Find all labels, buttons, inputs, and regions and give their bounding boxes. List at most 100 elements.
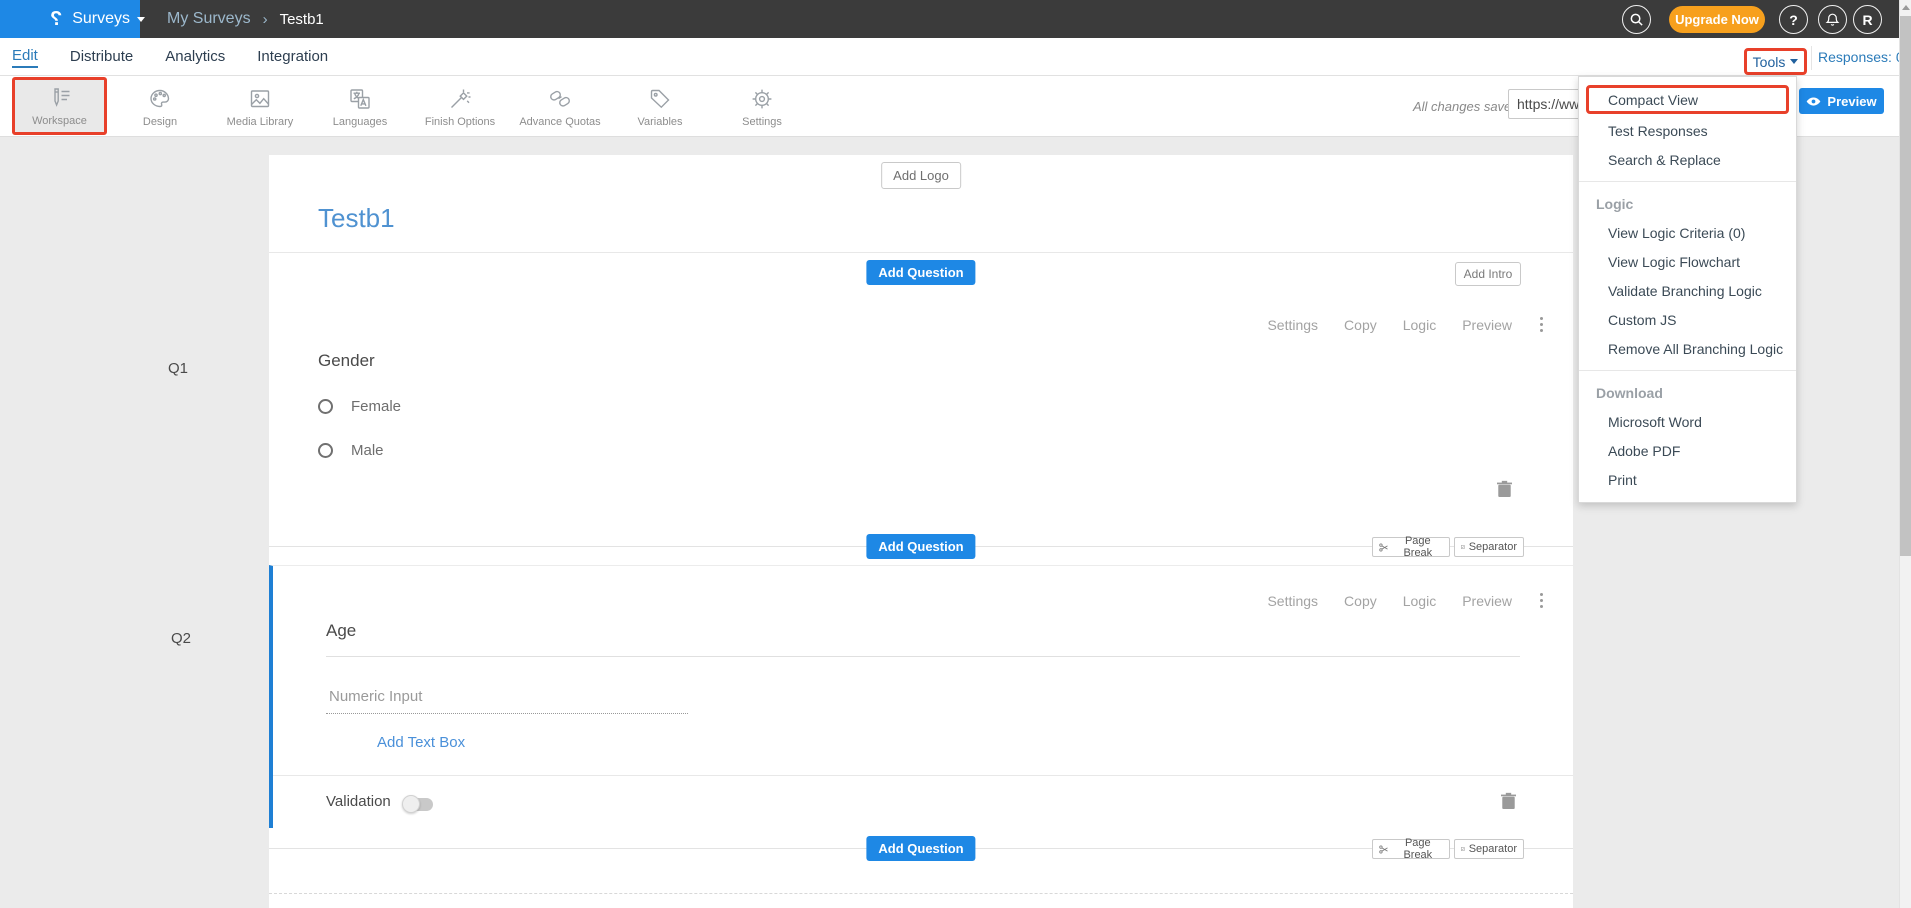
page-end-dashed-line (269, 893, 1573, 894)
question-copy-link[interactable]: Copy (1344, 317, 1377, 333)
toolbar-item-workspace[interactable]: Workspace (12, 77, 107, 135)
eye-icon (1806, 96, 1821, 107)
menu-item-test-responses[interactable]: Test Responses (1579, 116, 1796, 145)
add-intro-button[interactable]: Add Intro (1455, 262, 1521, 286)
numeric-answer-input[interactable] (326, 684, 688, 714)
add-question-button[interactable]: Add Question (866, 836, 975, 861)
toolbar-item-design[interactable]: Design (115, 79, 205, 134)
question-logic-link[interactable]: Logic (1403, 317, 1436, 333)
menu-item-adobe-pdf[interactable]: Adobe PDF (1579, 436, 1796, 465)
menu-item-print[interactable]: Print (1579, 465, 1796, 494)
add-text-box-link[interactable]: Add Text Box (377, 734, 465, 751)
image-icon (247, 86, 273, 112)
toolbar-item-label: Design (143, 116, 177, 128)
tab-edit[interactable]: Edit (12, 47, 38, 68)
tab-distribute[interactable]: Distribute (70, 48, 133, 67)
survey-title[interactable]: Testb1 (318, 203, 395, 234)
menu-item-remove-all-branching-logic[interactable]: Remove All Branching Logic (1579, 334, 1796, 363)
question-title-q2[interactable]: Age (326, 621, 356, 641)
question-title-q1[interactable]: Gender (318, 351, 375, 371)
magic-wand-icon (447, 86, 473, 112)
toolbar-item-finish-options[interactable]: Finish Options (415, 79, 505, 134)
toolbar-item-label: Advance Quotas (519, 116, 600, 128)
preview-button[interactable]: Preview (1799, 88, 1884, 114)
responses-count[interactable]: Responses: 0 (1818, 38, 1904, 76)
question-logic-link[interactable]: Logic (1403, 593, 1436, 609)
toolbar-item-variables[interactable]: Variables (615, 79, 705, 134)
workspace-icon (47, 85, 73, 111)
add-question-button[interactable]: Add Question (866, 260, 975, 285)
help-button[interactable]: ? (1779, 5, 1808, 34)
toolbar-item-label: Languages (333, 116, 387, 128)
vertical-scrollbar[interactable] (1899, 0, 1911, 908)
delete-question-button[interactable] (1495, 480, 1513, 500)
toolbar-item-languages[interactable]: Languages (315, 79, 405, 134)
menu-item-search-replace[interactable]: Search & Replace (1579, 145, 1796, 174)
question-copy-link[interactable]: Copy (1344, 593, 1377, 609)
breadcrumb: My Surveys › Testb1 (167, 0, 324, 38)
palette-icon (147, 86, 173, 112)
question-actions-q2: Settings Copy Logic Preview (1267, 591, 1545, 610)
menu-item-view-logic-flowchart[interactable]: View Logic Flowchart (1579, 247, 1796, 276)
menu-item-view-logic-criteria[interactable]: View Logic Criteria (0) (1579, 218, 1796, 247)
answer-option-label[interactable]: Male (351, 442, 384, 459)
chain-link-icon (547, 86, 573, 112)
separator-button[interactable]: Separator (1454, 839, 1524, 859)
scrollbar-thumb[interactable] (1900, 16, 1911, 556)
add-question-button[interactable]: Add Question (866, 534, 975, 559)
radio-button[interactable] (318, 443, 333, 458)
scroll-up-arrow-icon[interactable] (1902, 5, 1910, 10)
menu-section-download: Download (1579, 378, 1796, 407)
answer-option-row: Male (318, 442, 384, 459)
kebab-menu-icon[interactable] (1538, 315, 1545, 334)
nav-tabs: Edit Distribute Analytics Integration (12, 38, 328, 76)
radio-button[interactable] (318, 399, 333, 414)
toolbar-item-label: Settings (742, 116, 782, 128)
avatar-initial: R (1862, 12, 1872, 28)
trash-icon (1501, 792, 1516, 810)
tab-analytics[interactable]: Analytics (165, 48, 225, 67)
question-preview-link[interactable]: Preview (1462, 317, 1512, 333)
tools-dropdown-button[interactable]: Tools (1744, 48, 1807, 75)
menu-section-logic: Logic (1579, 189, 1796, 218)
toolbar-item-settings[interactable]: Settings (717, 79, 807, 134)
menu-item-validate-branching-logic[interactable]: Validate Branching Logic (1579, 276, 1796, 305)
survey-builder-app: ? Surveys My Surveys › Testb1 Upgrade No… (0, 0, 1911, 908)
notifications-button[interactable] (1818, 5, 1847, 34)
separator-button[interactable]: Separator (1454, 537, 1524, 557)
search-icon (1629, 12, 1644, 27)
tools-dropdown-menu: Compact View Test Responses Search & Rep… (1578, 76, 1797, 503)
question-settings-link[interactable]: Settings (1267, 593, 1318, 609)
user-avatar[interactable]: R (1853, 5, 1882, 34)
toolbar-item-advance-quotas[interactable]: Advance Quotas (515, 79, 605, 134)
menu-item-custom-js[interactable]: Custom JS (1579, 305, 1796, 334)
question-card-q2-selected[interactable]: Settings Copy Logic Preview Age Add Text… (269, 565, 1573, 828)
toolbar-item-label: Finish Options (425, 116, 495, 128)
toolbar-item-label: Workspace (32, 115, 87, 127)
question-settings-link[interactable]: Settings (1267, 317, 1318, 333)
nav-divider (1811, 46, 1812, 70)
upgrade-now-button[interactable]: Upgrade Now (1669, 6, 1765, 33)
breadcrumb-separator: › (263, 11, 268, 28)
add-logo-button[interactable]: Add Logo (881, 162, 961, 189)
answer-option-label[interactable]: Female (351, 398, 401, 415)
product-switcher[interactable]: ? Surveys (0, 0, 140, 38)
tools-label: Tools (1753, 54, 1786, 70)
menu-item-microsoft-word[interactable]: Microsoft Word (1579, 407, 1796, 436)
breadcrumb-my-surveys[interactable]: My Surveys (167, 10, 251, 28)
page-break-button[interactable]: Page Break (1372, 537, 1450, 557)
question-preview-link[interactable]: Preview (1462, 593, 1512, 609)
toolbar-item-media-library[interactable]: Media Library (215, 79, 305, 134)
chevron-down-icon (1790, 59, 1798, 64)
translate-icon (347, 86, 373, 112)
search-button[interactable] (1622, 5, 1651, 34)
validation-toggle[interactable] (403, 798, 433, 811)
top-header-bar: ? Surveys My Surveys › Testb1 Upgrade No… (0, 0, 1911, 38)
page-break-icon (1379, 844, 1389, 855)
tab-integration[interactable]: Integration (257, 48, 328, 67)
kebab-menu-icon[interactable] (1538, 591, 1545, 610)
question-actions-q1: Settings Copy Logic Preview (1267, 315, 1545, 334)
page-break-button[interactable]: Page Break (1372, 839, 1450, 859)
menu-item-compact-view[interactable]: Compact View (1586, 85, 1789, 114)
delete-question-button[interactable] (1499, 792, 1517, 812)
